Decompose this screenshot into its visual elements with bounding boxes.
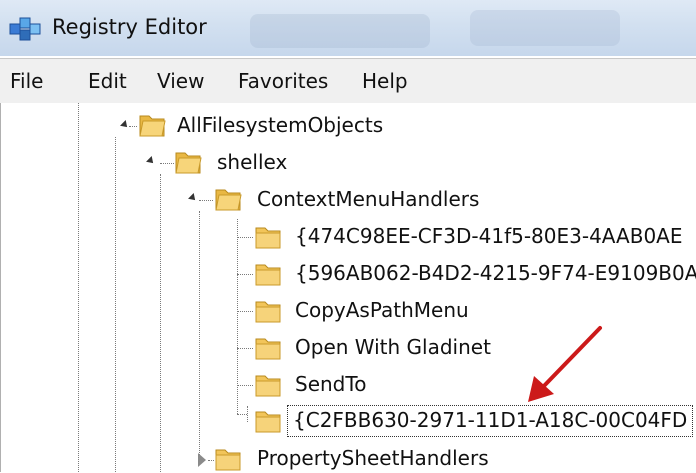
tree-connector xyxy=(237,414,247,415)
tree-connector xyxy=(237,311,253,312)
tree-connector xyxy=(237,385,253,386)
tree-connector xyxy=(199,200,213,201)
annotation-arrow-icon xyxy=(528,326,602,402)
tree-item-propertysheethandlers[interactable]: PropertySheetHandlers xyxy=(257,446,489,470)
folder-icon xyxy=(255,264,281,286)
collapse-arrow-icon[interactable] xyxy=(188,193,198,203)
title-bar-blur xyxy=(470,10,620,46)
folder-icon xyxy=(255,227,281,249)
window-title: Registry Editor xyxy=(52,15,207,39)
tree-connector xyxy=(237,237,253,238)
tree-item-handler-1[interactable]: {474C98EE-CF3D-41f5-80E3-4AAB0AE xyxy=(295,224,682,248)
menu-help[interactable]: Help xyxy=(362,69,408,93)
menu-file[interactable]: File xyxy=(10,69,43,93)
tree-item-sendto[interactable]: SendTo xyxy=(295,372,366,396)
menu-favorites[interactable]: Favorites xyxy=(238,69,328,93)
menu-view[interactable]: View xyxy=(157,69,204,93)
title-bar-blur xyxy=(250,14,430,48)
expand-arrow-icon[interactable] xyxy=(198,453,206,467)
folder-open-icon xyxy=(215,189,242,211)
tree-item-contextmenuhandlers[interactable]: ContextMenuHandlers xyxy=(257,187,479,211)
tree-connector xyxy=(237,348,253,349)
folder-icon xyxy=(255,375,281,397)
tree-connector xyxy=(237,274,253,275)
folder-icon xyxy=(255,301,281,323)
collapse-arrow-icon[interactable] xyxy=(146,156,156,166)
folder-icon xyxy=(255,338,281,360)
registry-editor-icon xyxy=(9,17,41,41)
tree-item-handler-2[interactable]: {596AB062-B4D2-4215-9F74-E9109B0A xyxy=(295,261,696,285)
folder-open-icon xyxy=(175,152,202,174)
tree-item-open-with-gladinet[interactable]: Open With Gladinet xyxy=(295,335,491,359)
tree-connector xyxy=(247,406,248,422)
tree-guide-line xyxy=(199,211,200,461)
tree-guide-line xyxy=(115,137,116,472)
tree-guide-line xyxy=(78,103,79,472)
menu-bar: File Edit View Favorites Help xyxy=(0,58,696,104)
tree-item-allfilesystemobjects[interactable]: AllFilesystemObjects xyxy=(177,113,383,137)
tree-connector xyxy=(160,163,174,164)
menu-edit[interactable]: Edit xyxy=(88,69,127,93)
tree-item-new-key[interactable]: {C2FBB630-2971-11D1-A18C-00C04FD xyxy=(293,408,687,432)
collapse-arrow-icon[interactable] xyxy=(120,120,130,130)
title-bar[interactable]: Registry Editor xyxy=(0,0,696,56)
folder-icon xyxy=(215,449,241,471)
tree-item-shellex[interactable]: shellex xyxy=(217,150,287,174)
tree-connector xyxy=(129,126,137,127)
folder-open-icon xyxy=(139,115,166,137)
registry-tree[interactable]: AllFilesystemObjects shellex ContextMenu… xyxy=(0,103,696,472)
tree-guide-line xyxy=(160,174,161,472)
folder-icon xyxy=(255,411,281,433)
tree-item-copyaspathmenu[interactable]: CopyAsPathMenu xyxy=(295,298,469,322)
